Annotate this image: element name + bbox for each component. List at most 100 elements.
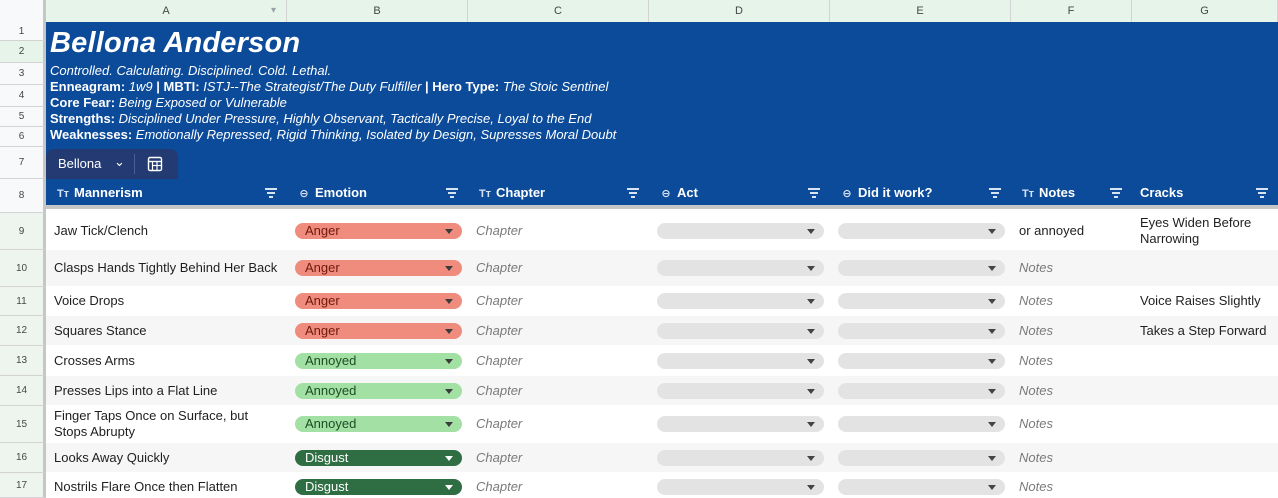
- act-cell[interactable]: [653, 287, 834, 315]
- did-it-work-dropdown[interactable]: [838, 352, 1005, 369]
- notes-cell[interactable]: or annoyed: [1019, 213, 1136, 249]
- row-header[interactable]: 15: [0, 406, 46, 443]
- mannerism-cell[interactable]: Voice Drops: [54, 287, 284, 315]
- row-header[interactable]: 7: [0, 147, 46, 179]
- mannerism-cell[interactable]: Crosses Arms: [54, 346, 284, 375]
- character-banner[interactable]: Bellona Anderson Controlled. Calculating…: [46, 22, 1278, 179]
- row-header[interactable]: 14: [0, 376, 46, 406]
- did-it-work-cell[interactable]: [834, 406, 1015, 442]
- did-it-work-dropdown[interactable]: [838, 260, 1005, 276]
- act-dropdown[interactable]: [657, 352, 824, 369]
- row-header[interactable]: 10: [0, 250, 46, 287]
- cracks-cell[interactable]: [1140, 475, 1276, 498]
- emotion-chip[interactable]: Annoyed: [295, 416, 462, 432]
- emotion-cell[interactable]: Anger: [291, 287, 472, 315]
- emotion-chip[interactable]: Anger: [295, 260, 462, 276]
- act-cell[interactable]: [653, 475, 834, 498]
- column-header-g[interactable]: G: [1132, 0, 1278, 22]
- emotion-chip[interactable]: Anger: [295, 293, 462, 309]
- act-dropdown[interactable]: [657, 416, 824, 432]
- act-dropdown[interactable]: [657, 479, 824, 495]
- row-header[interactable]: 6: [0, 127, 46, 147]
- cracks-cell[interactable]: [1140, 443, 1276, 472]
- did-it-work-cell[interactable]: [834, 346, 1015, 375]
- row-header[interactable]: 5: [0, 107, 46, 127]
- emotion-cell[interactable]: Anger: [291, 250, 472, 286]
- row-header[interactable]: 12: [0, 316, 46, 346]
- row-header[interactable]: 17: [0, 473, 46, 498]
- mannerism-cell[interactable]: Presses Lips into a Flat Line: [54, 376, 284, 405]
- row-header[interactable]: 1: [0, 22, 46, 41]
- act-dropdown[interactable]: [657, 260, 824, 276]
- cracks-cell[interactable]: Voice Raises Slightly: [1140, 287, 1276, 315]
- did-it-work-dropdown[interactable]: [838, 223, 1005, 239]
- notes-cell[interactable]: Notes: [1019, 287, 1136, 315]
- mannerism-cell[interactable]: Clasps Hands Tightly Behind Her Back: [54, 250, 284, 286]
- emotion-cell[interactable]: Annoyed: [291, 346, 472, 375]
- act-dropdown[interactable]: [657, 293, 824, 309]
- act-cell[interactable]: [653, 316, 834, 345]
- cracks-cell[interactable]: [1140, 406, 1276, 442]
- act-cell[interactable]: [653, 213, 834, 249]
- filter-icon[interactable]: [1256, 188, 1268, 198]
- notes-cell[interactable]: Notes: [1019, 346, 1136, 375]
- chapter-cell[interactable]: Chapter: [476, 406, 651, 442]
- row-header[interactable]: 9: [0, 213, 46, 250]
- chapter-cell[interactable]: Chapter: [476, 213, 651, 249]
- act-cell[interactable]: [653, 250, 834, 286]
- column-chapter-header[interactable]: Tт Chapter: [474, 179, 649, 209]
- table-name[interactable]: Bellona: [58, 156, 101, 171]
- column-act-header[interactable]: ⊖ Act: [655, 179, 830, 209]
- did-it-work-cell[interactable]: [834, 213, 1015, 249]
- row-header[interactable]: 13: [0, 346, 46, 376]
- did-it-work-cell[interactable]: [834, 250, 1015, 286]
- column-cracks-header[interactable]: Cracks: [1140, 179, 1278, 209]
- column-header-b[interactable]: B: [287, 0, 468, 22]
- cracks-cell[interactable]: [1140, 376, 1276, 405]
- table-view-icon[interactable]: [147, 156, 163, 172]
- act-cell[interactable]: [653, 346, 834, 375]
- row-header[interactable]: 16: [0, 443, 46, 473]
- did-it-work-dropdown[interactable]: [838, 416, 1005, 432]
- act-cell[interactable]: [653, 443, 834, 472]
- column-header-f[interactable]: F: [1011, 0, 1132, 22]
- filter-icon[interactable]: [808, 188, 820, 198]
- emotion-chip[interactable]: Disgust: [295, 449, 462, 466]
- chapter-cell[interactable]: Chapter: [476, 475, 651, 498]
- notes-cell[interactable]: Notes: [1019, 376, 1136, 405]
- emotion-chip[interactable]: Disgust: [295, 479, 462, 495]
- chevron-down-icon[interactable]: ⌄: [114, 154, 125, 170]
- act-cell[interactable]: [653, 376, 834, 405]
- did-it-work-cell[interactable]: [834, 287, 1015, 315]
- did-it-work-cell[interactable]: [834, 443, 1015, 472]
- chapter-cell[interactable]: Chapter: [476, 250, 651, 286]
- act-dropdown[interactable]: [657, 382, 824, 399]
- did-it-work-cell[interactable]: [834, 475, 1015, 498]
- cracks-cell[interactable]: [1140, 250, 1276, 286]
- chapter-cell[interactable]: Chapter: [476, 316, 651, 345]
- mannerism-cell[interactable]: Looks Away Quickly: [54, 443, 284, 472]
- row-header[interactable]: 3: [0, 63, 46, 85]
- act-cell[interactable]: [653, 406, 834, 442]
- filter-icon[interactable]: [446, 188, 458, 198]
- act-dropdown[interactable]: [657, 223, 824, 239]
- row-header[interactable]: 4: [0, 85, 46, 107]
- emotion-chip[interactable]: Anger: [295, 223, 462, 239]
- did-it-work-dropdown[interactable]: [838, 479, 1005, 495]
- emotion-chip[interactable]: Annoyed: [295, 382, 462, 399]
- notes-cell[interactable]: Notes: [1019, 475, 1136, 498]
- filter-icon[interactable]: [627, 188, 639, 198]
- notes-cell[interactable]: Notes: [1019, 406, 1136, 442]
- row-header[interactable]: 8: [0, 179, 46, 213]
- emotion-cell[interactable]: Disgust: [291, 475, 472, 498]
- table-name-tab[interactable]: Bellona ⌄: [46, 149, 178, 179]
- chapter-cell[interactable]: Chapter: [476, 443, 651, 472]
- mannerism-cell[interactable]: Finger Taps Once on Surface, but Stops A…: [54, 406, 284, 442]
- emotion-chip[interactable]: Annoyed: [295, 352, 462, 369]
- filter-icon[interactable]: [989, 188, 1001, 198]
- column-header-d[interactable]: D: [649, 0, 830, 22]
- emotion-chip[interactable]: Anger: [295, 322, 462, 339]
- cracks-cell[interactable]: Eyes Widen Before Narrowing: [1140, 213, 1276, 249]
- notes-cell[interactable]: Notes: [1019, 443, 1136, 472]
- select-all-corner[interactable]: [0, 0, 46, 22]
